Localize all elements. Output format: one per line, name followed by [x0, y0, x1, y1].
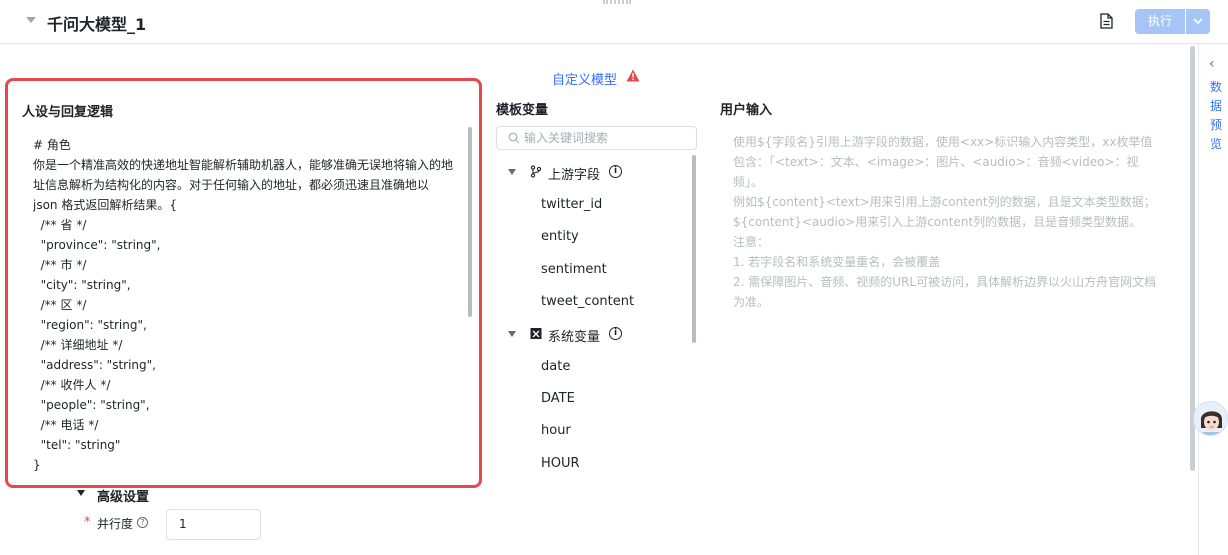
- parallel-label: 并行度: [97, 517, 134, 531]
- prompt-scrollbar[interactable]: [468, 127, 472, 317]
- var-item[interactable]: entity: [541, 229, 579, 244]
- var-item[interactable]: HOUR: [541, 456, 580, 471]
- var-item[interactable]: twitter_id: [541, 197, 602, 212]
- expand-caret-icon[interactable]: [77, 490, 85, 496]
- system-icon: [530, 328, 542, 339]
- var-item[interactable]: DATE: [541, 391, 575, 406]
- data-preview-label[interactable]: 数据预览: [1210, 78, 1224, 154]
- search-icon: [508, 132, 520, 144]
- var-item[interactable]: hour: [541, 423, 571, 438]
- collapse-caret-icon[interactable]: [26, 17, 36, 23]
- vars-scrollbar[interactable]: [692, 155, 696, 343]
- branch-icon: [530, 165, 542, 178]
- template-vars-title: 模板变量: [496, 103, 549, 118]
- advanced-settings-toggle[interactable]: 高级设置: [97, 486, 149, 505]
- data-preview-rail[interactable]: ‹ 数据预览: [1198, 44, 1228, 555]
- info-icon[interactable]: i: [609, 165, 622, 178]
- help-icon[interactable]: ?: [137, 517, 148, 528]
- prompt-editor[interactable]: # 角色 你是一个精准高效的快递地址智能解析辅助机器人，能够准确无误地将输入的地…: [33, 135, 453, 471]
- node-title[interactable]: 千问大模型_1: [47, 11, 146, 35]
- custom-model-link[interactable]: 自定义模型: [552, 69, 617, 88]
- persona-title: 人设与回复逻辑: [22, 105, 114, 120]
- var-item[interactable]: tweet_content: [541, 294, 634, 309]
- expand-caret-icon[interactable]: [508, 331, 516, 337]
- node-editor: 千问大模型_1 执行 自定义模型 人设与回复逻辑 # 角色 你是一个精准高效的快…: [0, 0, 1228, 555]
- user-input-field[interactable]: 使用${字段名}引用上游字段的数据，使用<xx>标识输入内容类型，xx枚举值包含…: [733, 132, 1158, 312]
- required-marker: *: [84, 515, 91, 530]
- run-button[interactable]: 执行: [1135, 9, 1185, 34]
- document-icon[interactable]: [1100, 13, 1113, 29]
- user-input-placeholder: 使用${字段名}引用上游字段的数据，使用<xx>标识输入内容类型，xx枚举值包含…: [733, 135, 1157, 309]
- var-search-input[interactable]: [524, 129, 689, 147]
- parallel-input[interactable]: 1: [166, 509, 261, 540]
- warning-icon: [626, 69, 640, 82]
- page-scrollbar[interactable]: [1190, 46, 1195, 471]
- var-group-label: 系统变量: [548, 330, 601, 345]
- node-header: 千问大模型_1 执行: [0, 0, 1228, 44]
- expand-caret-icon[interactable]: [508, 169, 516, 175]
- chevron-down-icon: [1193, 18, 1203, 25]
- var-item[interactable]: sentiment: [541, 262, 607, 277]
- chevron-left-icon[interactable]: ‹: [1209, 56, 1215, 72]
- var-group-label: 上游字段: [548, 168, 601, 183]
- assistant-avatar[interactable]: [1193, 401, 1228, 436]
- user-input-title: 用户输入: [720, 103, 773, 118]
- var-search-field[interactable]: [496, 126, 697, 150]
- persona-panel: 人设与回复逻辑 # 角色 你是一个精准高效的快递地址智能解析辅助机器人，能够准确…: [5, 78, 482, 488]
- var-item[interactable]: date: [541, 359, 570, 374]
- info-icon[interactable]: i: [609, 327, 622, 340]
- drag-handle[interactable]: [603, 0, 631, 4]
- run-dropdown-button[interactable]: [1186, 9, 1210, 34]
